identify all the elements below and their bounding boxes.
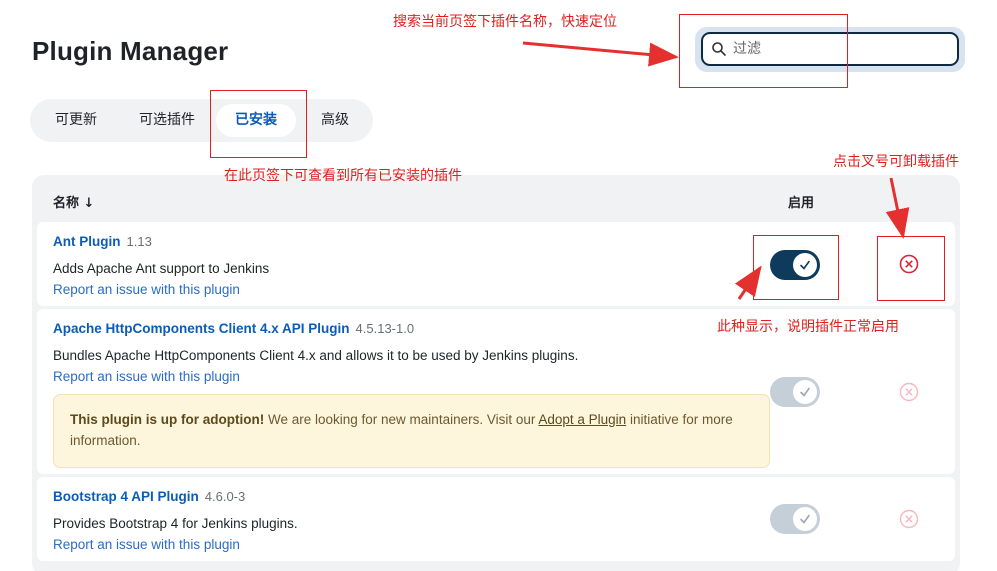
annotation-arrows <box>522 41 910 300</box>
arrow-to-uninstall <box>885 177 910 239</box>
arrow-to-search <box>522 41 679 67</box>
arrow-to-toggle <box>734 265 762 300</box>
